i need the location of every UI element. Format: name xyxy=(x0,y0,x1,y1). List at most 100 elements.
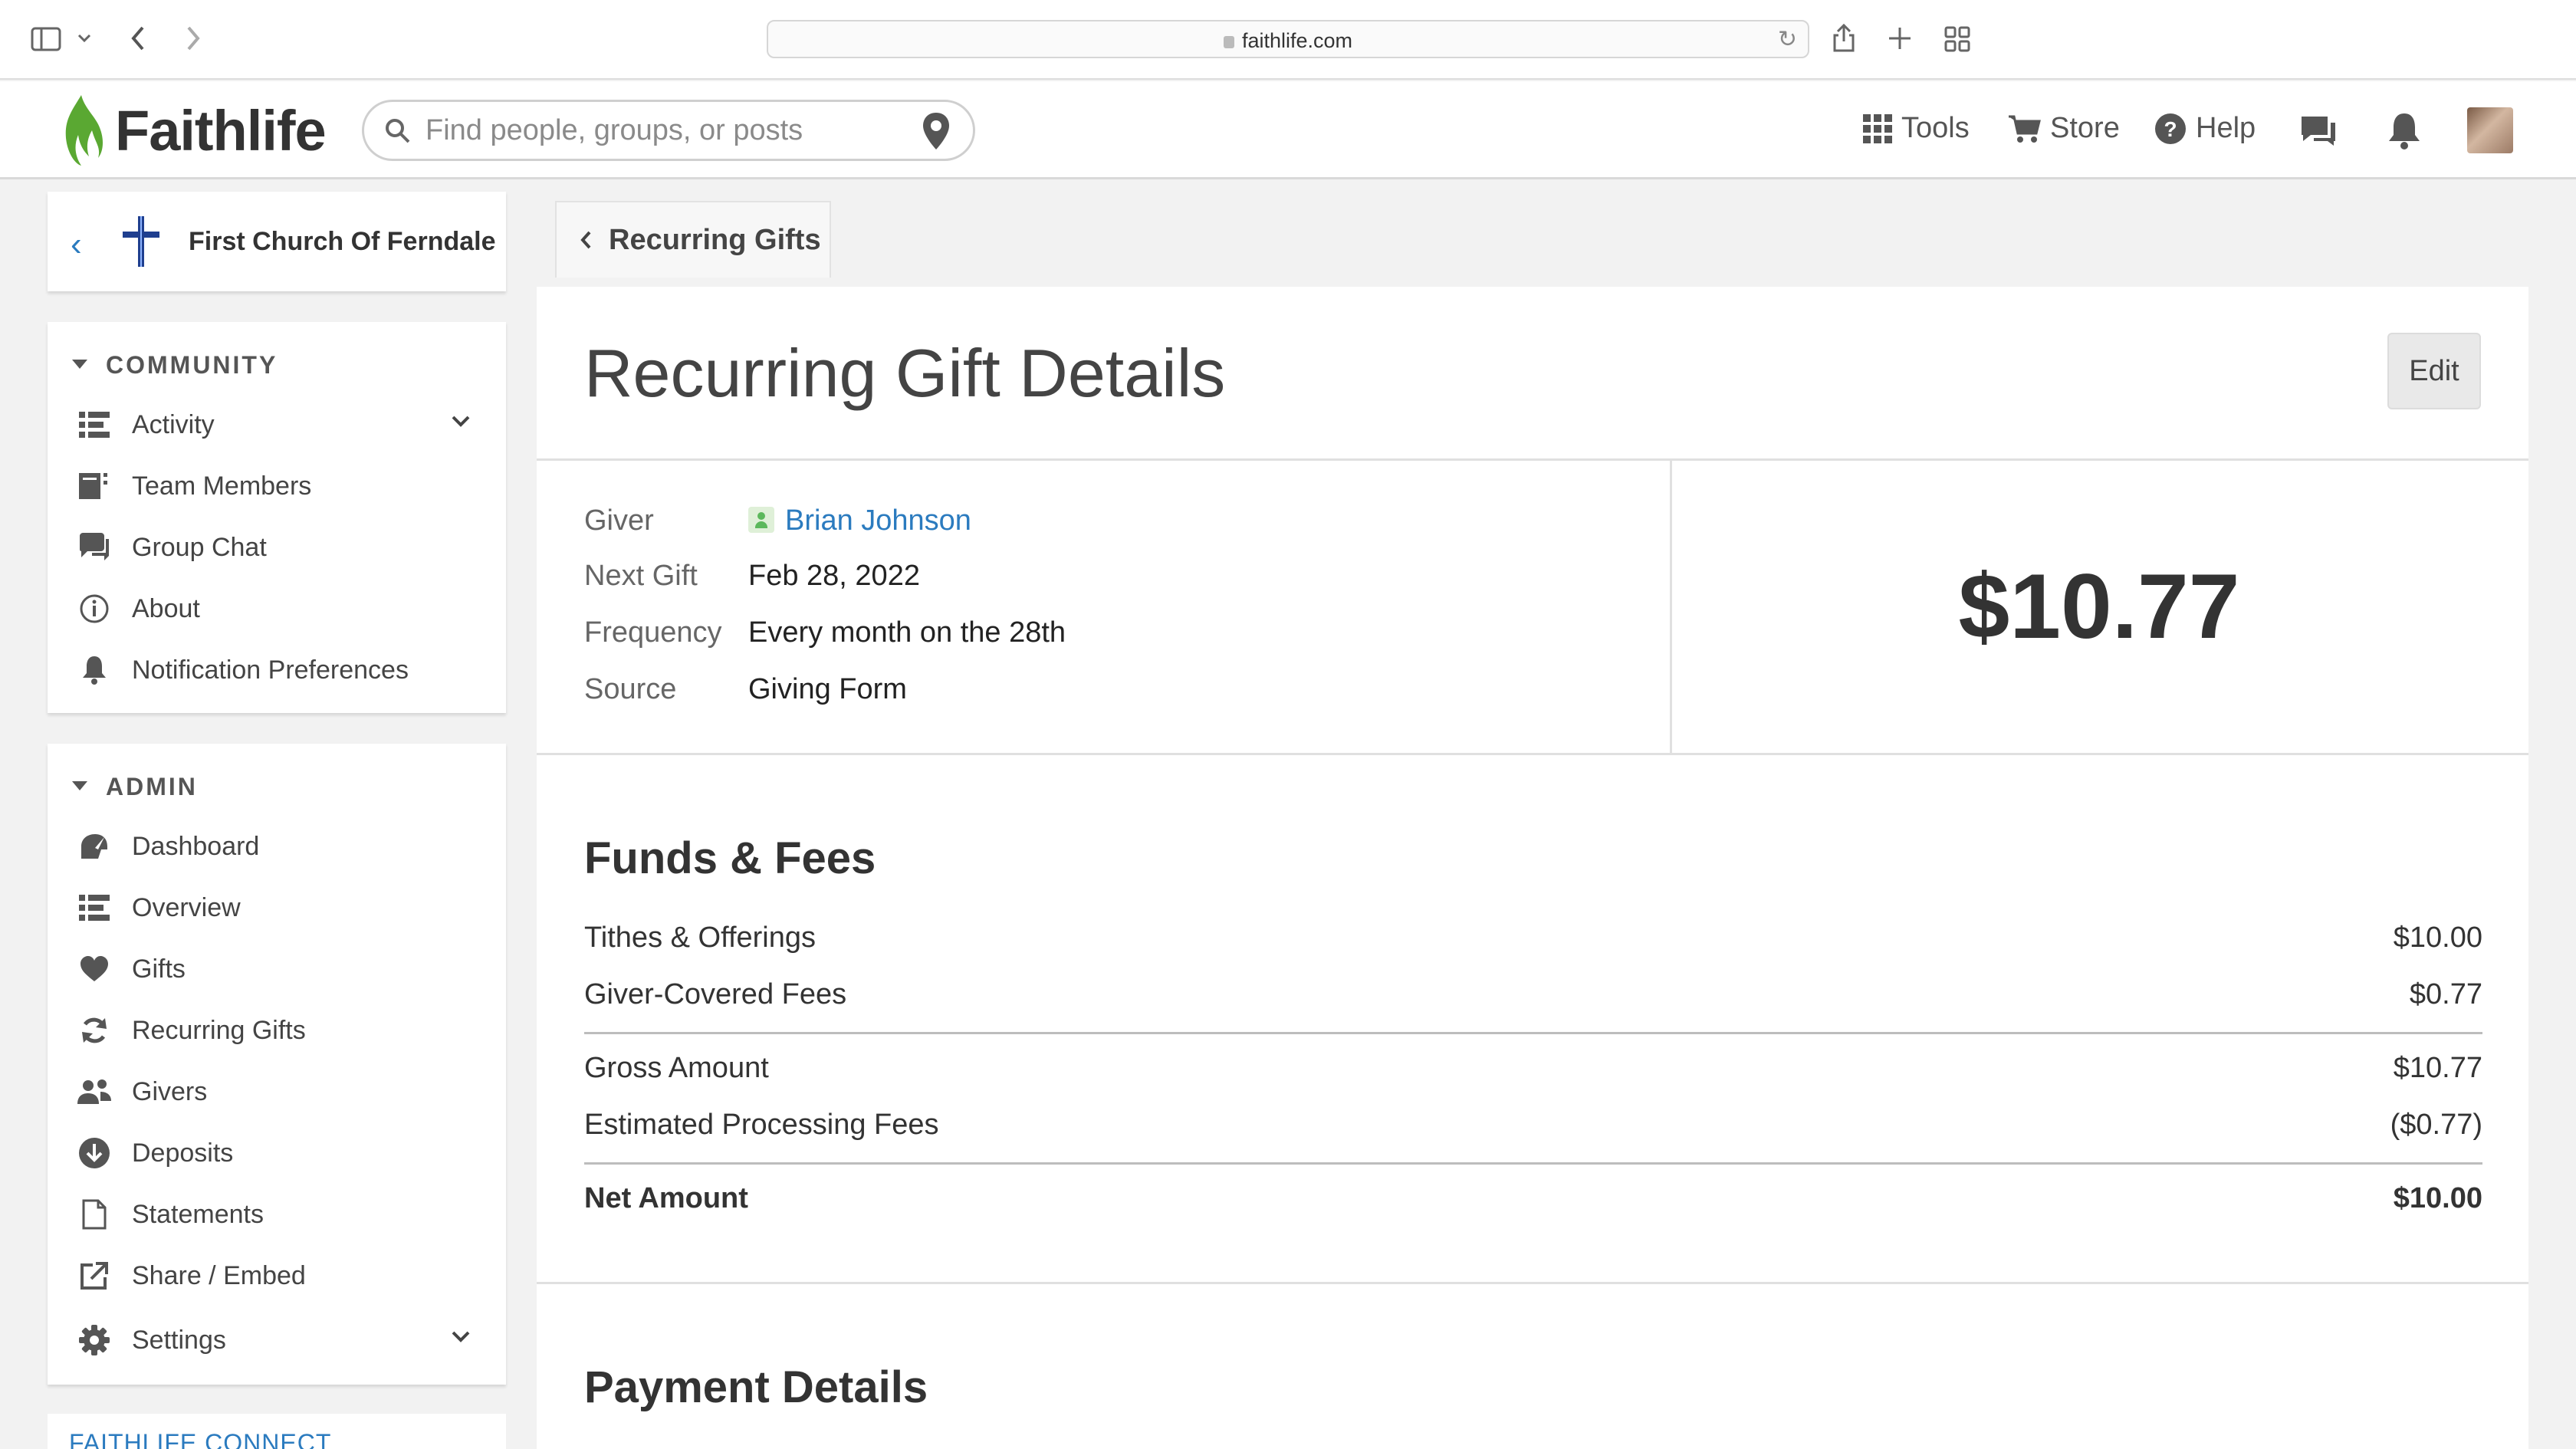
dashboard-icon xyxy=(81,834,107,859)
lock-icon xyxy=(1223,36,1234,48)
divider xyxy=(537,753,2528,755)
source-value: Giving Form xyxy=(748,673,907,705)
reload-icon[interactable]: ↻ xyxy=(1778,26,1797,53)
sidebar-item-label: Statements xyxy=(132,1199,264,1229)
giver-label: Giver xyxy=(584,504,654,537)
community-heading[interactable]: COMMUNITY xyxy=(72,351,278,380)
fee-label: Tithes & Offerings xyxy=(584,922,816,954)
new-tab-icon[interactable] xyxy=(1888,26,1912,51)
sidebar-item-givers[interactable]: Givers xyxy=(75,1070,489,1113)
gear-icon xyxy=(79,1325,110,1355)
share-icon[interactable] xyxy=(1831,21,1857,54)
help-icon: ? xyxy=(2155,113,2186,144)
heart-icon xyxy=(80,956,108,981)
back-chevron-icon[interactable]: ‹ xyxy=(71,225,82,264)
app-header: Faithlife Tools Store ? Help xyxy=(0,81,2576,179)
sidebar-item-label: Givers xyxy=(132,1076,208,1106)
funds-fees-heading: Funds & Fees xyxy=(584,833,876,883)
search-input[interactable] xyxy=(426,102,901,159)
forward-icon[interactable] xyxy=(184,25,202,52)
chevron-down-icon[interactable] xyxy=(451,1329,471,1343)
sidebar-item-about[interactable]: About xyxy=(75,587,489,630)
tab-overview-icon[interactable] xyxy=(1944,26,1970,52)
church-name[interactable]: First Church Of Ferndale xyxy=(189,227,496,257)
breadcrumb-label: Recurring Gifts xyxy=(609,223,821,256)
faithlife-logo-icon[interactable] xyxy=(58,92,104,169)
messages-icon[interactable] xyxy=(2297,109,2340,152)
sidebar-item-label: Dashboard xyxy=(132,831,260,861)
admin-heading[interactable]: ADMIN xyxy=(72,773,198,801)
search-box[interactable] xyxy=(362,100,975,161)
fee-row-net: Net Amount $10.00 xyxy=(584,1182,2482,1215)
edit-button[interactable]: Edit xyxy=(2387,333,2481,409)
frequency-value: Every month on the 28th xyxy=(748,616,1066,649)
sidebar-toggle-icon[interactable] xyxy=(31,26,61,52)
user-avatar[interactable] xyxy=(2467,107,2513,153)
bell-icon xyxy=(83,656,106,685)
sidebar-item-deposits[interactable]: Deposits xyxy=(75,1132,489,1175)
sidebar-item-settings[interactable]: Settings xyxy=(75,1319,489,1362)
list-icon xyxy=(79,412,110,438)
giver-link[interactable]: Brian Johnson xyxy=(785,504,971,537)
fee-amount: $10.00 xyxy=(2393,922,2482,954)
collapse-triangle-icon xyxy=(72,781,87,790)
sidebar-item-statements[interactable]: Statements xyxy=(75,1193,489,1236)
fee-label: Net Amount xyxy=(584,1182,748,1214)
cart-icon xyxy=(2009,115,2041,143)
sidebar-item-label: Share / Embed xyxy=(132,1260,306,1290)
chevron-left-icon xyxy=(580,231,591,249)
sidebar-item-label: Activity xyxy=(132,409,215,439)
chevron-down-icon[interactable] xyxy=(77,32,92,44)
community-section: COMMUNITY Activity Team Members Group Ch… xyxy=(48,322,506,713)
sidebar-item-gifts[interactable]: Gifts xyxy=(75,948,489,991)
notifications-bell-icon[interactable] xyxy=(2383,109,2426,152)
store-label: Store xyxy=(2050,112,2120,144)
sidebar-item-label: About xyxy=(132,593,200,623)
next-gift-value: Feb 28, 2022 xyxy=(748,560,920,592)
sidebar-item-activity[interactable]: Activity xyxy=(75,403,489,446)
sidebar-item-notification-preferences[interactable]: Notification Preferences xyxy=(75,649,489,692)
church-cross-icon xyxy=(123,216,159,267)
document-icon xyxy=(82,1199,107,1230)
logo-text[interactable]: Faithlife xyxy=(115,98,327,163)
fee-label: Giver-Covered Fees xyxy=(584,978,847,1010)
sidebar-item-label: Overview xyxy=(132,892,241,922)
sidebar-item-group-chat[interactable]: Group Chat xyxy=(75,526,489,569)
sidebar-item-share-embed[interactable]: Share / Embed xyxy=(75,1254,489,1297)
team-icon xyxy=(79,473,107,499)
recurring-icon xyxy=(82,1017,107,1043)
breadcrumb-back-tab[interactable]: Recurring Gifts xyxy=(555,201,831,278)
sidebar-item-dashboard[interactable]: Dashboard xyxy=(75,825,489,868)
grid-icon xyxy=(1863,113,1892,143)
tools-menu[interactable]: Tools xyxy=(1863,112,1970,145)
payment-details-heading: Payment Details xyxy=(584,1362,928,1412)
group-header-card: ‹ First Church Of Ferndale xyxy=(48,192,506,291)
back-icon[interactable] xyxy=(129,25,147,52)
address-bar[interactable]: faithlife.com ↻ xyxy=(767,20,1809,58)
fee-row-gross: Gross Amount $10.77 xyxy=(584,1052,2482,1085)
connect-heading[interactable]: FAITHLIFE CONNECT xyxy=(69,1429,331,1449)
fee-row-giver-covered: Giver-Covered Fees $0.77 xyxy=(584,978,2482,1011)
chat-icon xyxy=(80,533,109,560)
sidebar-item-label: Deposits xyxy=(132,1138,234,1168)
sidebar-item-overview[interactable]: Overview xyxy=(75,886,489,929)
divider xyxy=(537,1282,2528,1284)
fee-amount: $10.77 xyxy=(2393,1052,2482,1084)
location-pin-icon[interactable] xyxy=(921,111,951,151)
frequency-label: Frequency xyxy=(584,616,722,649)
source-label: Source xyxy=(584,673,677,705)
collapse-triangle-icon xyxy=(72,360,87,369)
store-link[interactable]: Store xyxy=(2007,112,2120,145)
person-icon xyxy=(748,507,774,533)
page-title: Recurring Gift Details xyxy=(584,335,1226,411)
sidebar-item-recurring-gifts[interactable]: Recurring Gifts xyxy=(75,1009,489,1052)
help-link[interactable]: ? Help xyxy=(2154,112,2256,145)
fee-row-processing: Estimated Processing Fees ($0.77) xyxy=(584,1109,2482,1142)
giver-value[interactable]: Brian Johnson xyxy=(748,504,971,537)
sidebar-item-label: Group Chat xyxy=(132,532,267,562)
sidebar-item-label: Recurring Gifts xyxy=(132,1015,306,1045)
sidebar-item-team-members[interactable]: Team Members xyxy=(75,465,489,508)
fee-label: Gross Amount xyxy=(584,1052,769,1084)
sidebar-item-label: Notification Preferences xyxy=(132,655,409,685)
chevron-down-icon[interactable] xyxy=(451,414,471,428)
